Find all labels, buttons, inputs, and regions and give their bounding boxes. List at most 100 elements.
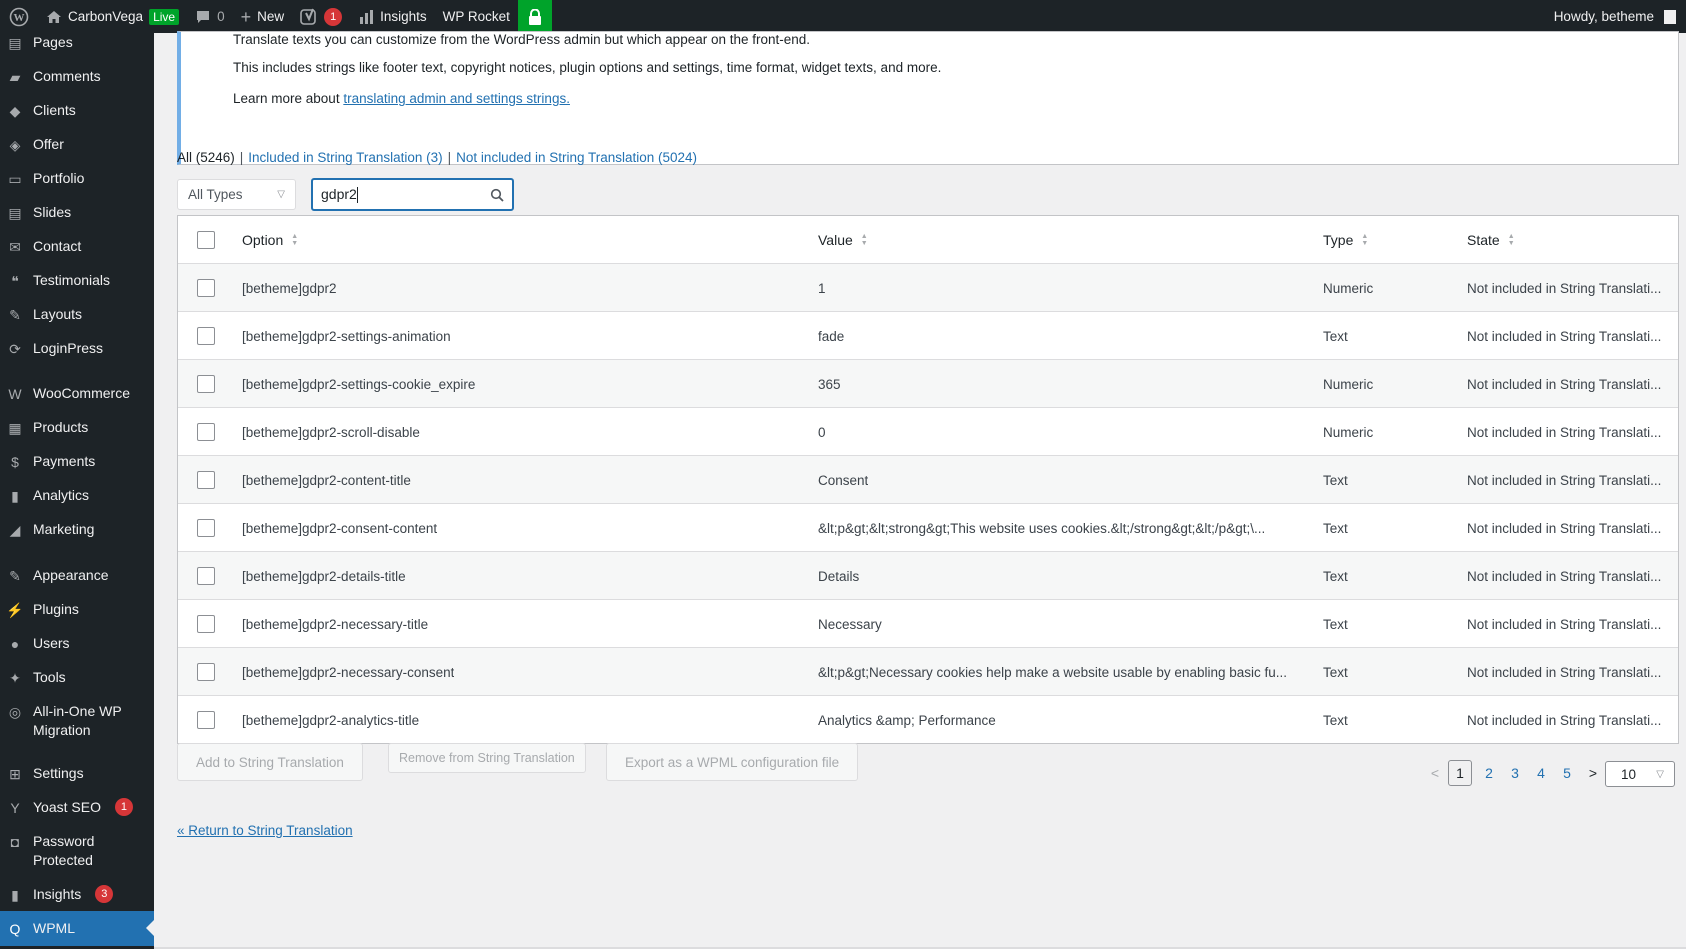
column-header-state[interactable]: State ▲ ▼ xyxy=(1467,216,1672,264)
sidebar-item-analytics[interactable]: ▮ Analytics xyxy=(0,486,154,506)
yoast-menu[interactable]: 1 xyxy=(292,0,350,33)
row-checkbox[interactable] xyxy=(197,519,215,537)
slides-icon: ▤ xyxy=(8,204,22,221)
sidebar-item-plugins[interactable]: ⚡ Plugins xyxy=(0,600,154,620)
select-all-checkbox[interactable] xyxy=(197,231,215,249)
sidebar-item-tools[interactable]: ✦ Tools xyxy=(0,668,154,688)
sidebar-item-contact[interactable]: ✉ Contact xyxy=(0,237,154,257)
sidebar-item-label: Clients xyxy=(33,102,76,118)
column-header-option[interactable]: Option ▲ ▼ xyxy=(242,216,802,264)
filter-all[interactable]: All (5246) xyxy=(177,150,235,165)
column-header-type[interactable]: Type ▲ ▼ xyxy=(1323,216,1453,264)
next-page-button[interactable]: > xyxy=(1580,765,1606,781)
sidebar-item-offer[interactable]: ◈ Offer xyxy=(0,135,154,155)
search-input[interactable]: gdpr2 xyxy=(311,178,514,211)
sidebar-item-slides[interactable]: ▤ Slides xyxy=(0,203,154,223)
insights-menu[interactable]: Insights xyxy=(350,0,435,33)
row-checkbox[interactable] xyxy=(197,375,215,393)
value-cell: Consent xyxy=(818,472,869,488)
return-to-string-translation-link[interactable]: « Return to String Translation xyxy=(177,823,353,838)
sidebar-item-pages[interactable]: ▤ Pages xyxy=(0,33,154,53)
notice-line-2: This includes strings like footer text, … xyxy=(233,60,942,75)
page-1-button[interactable]: 1 xyxy=(1448,760,1472,786)
offer-icon: ◈ xyxy=(9,136,21,153)
type-cell: Text xyxy=(1323,328,1348,344)
plugins-icon: ⚡ xyxy=(6,601,24,618)
sidebar-item-payments[interactable]: $ Payments xyxy=(0,452,154,472)
remove-from-string-translation-button[interactable]: Remove from String Translation xyxy=(388,743,586,773)
sidebar-item-marketing[interactable]: ◢ Marketing xyxy=(0,520,154,540)
sidebar-item-layouts[interactable]: ✎ Layouts xyxy=(0,305,154,325)
filter-not-included[interactable]: Not included in String Translation (5024… xyxy=(456,150,697,165)
new-content-link[interactable]: + New xyxy=(233,0,293,33)
column-header-value[interactable]: Value ▲ ▼ xyxy=(818,216,1313,264)
row-checkbox[interactable] xyxy=(197,327,215,345)
value-cell: 1 xyxy=(818,280,826,296)
type-cell: Text xyxy=(1323,664,1348,680)
sidebar-item-comments[interactable]: ▰ Comments xyxy=(0,67,154,87)
translating-admin-strings-link[interactable]: translating admin and settings strings. xyxy=(343,91,570,106)
row-checkbox[interactable] xyxy=(197,615,215,633)
appearance-icon: ✎ xyxy=(9,567,21,584)
sidebar-item-label-line-2: Migration xyxy=(33,722,91,738)
add-to-string-translation-button[interactable]: Add to String Translation xyxy=(177,743,363,781)
insights-icon: ▮ xyxy=(11,886,19,903)
value-cell: Necessary xyxy=(818,616,882,632)
sidebar-item-settings[interactable]: ⊞ Settings xyxy=(0,764,154,784)
sidebar-item-woocommerce[interactable]: W WooCommerce xyxy=(0,384,154,404)
row-checkbox[interactable] xyxy=(197,471,215,489)
sidebar-item-label: Insights xyxy=(33,886,82,902)
wp-rocket-menu[interactable]: WP Rocket xyxy=(435,0,518,33)
filter-included[interactable]: Included in String Translation (3) xyxy=(248,150,442,165)
sidebar-item-appearance[interactable]: ✎ Appearance xyxy=(0,566,154,586)
wordpress-logo-icon[interactable]: W xyxy=(0,0,38,33)
sidebar-item-password[interactable]: ◘ Password Protected xyxy=(0,832,154,870)
my-account-menu[interactable]: Howdy, betheme xyxy=(1546,0,1686,33)
sidebar-item-all-in-one-wp[interactable]: ◎ All-in-One WP Migration xyxy=(0,702,154,740)
page-5-button[interactable]: 5 xyxy=(1554,765,1580,781)
per-page-select[interactable]: 10 ▽ xyxy=(1605,761,1675,787)
type-filter-value: All Types xyxy=(188,187,243,202)
comments-link[interactable]: 0 xyxy=(187,0,233,33)
row-checkbox[interactable] xyxy=(197,663,215,681)
previous-page-button[interactable]: < xyxy=(1422,765,1448,781)
clients-icon: ◆ xyxy=(9,102,21,119)
row-checkbox[interactable] xyxy=(197,279,215,297)
export-wpml-config-button[interactable]: Export as a WPML configuration file xyxy=(606,743,859,781)
search-icon[interactable] xyxy=(490,188,504,202)
sidebar-item-label: Contact xyxy=(33,238,82,254)
page-3-button[interactable]: 3 xyxy=(1502,765,1528,781)
sidebar-item-wpml[interactable]: Q WPML xyxy=(0,911,154,946)
option-cell: [betheme]gdpr2-settings-animation xyxy=(242,328,451,344)
new-label: New xyxy=(257,9,285,24)
value-cell: Analytics &amp; Performance xyxy=(818,712,996,728)
state-header-label: State xyxy=(1467,232,1500,248)
site-name: CarbonVega xyxy=(68,9,144,24)
sidebar-item-yoast-seo[interactable]: Y Yoast SEO 1 xyxy=(0,798,154,818)
row-checkbox[interactable] xyxy=(197,567,215,585)
page-2-button[interactable]: 2 xyxy=(1476,765,1502,781)
password-protected-toggle[interactable] xyxy=(517,0,552,33)
sidebar-item-label: WooCommerce xyxy=(33,385,130,401)
row-checkbox[interactable] xyxy=(197,423,215,441)
sort-icon: ▲ ▼ xyxy=(1361,233,1369,247)
option-cell: [betheme]gdpr2-settings-cookie_expire xyxy=(242,376,476,392)
sidebar-item-loginpress[interactable]: ⟳ LoginPress xyxy=(0,339,154,359)
sidebar-item-insights[interactable]: ▮ Insights 3 xyxy=(0,885,154,905)
sidebar-item-clients[interactable]: ◆ Clients xyxy=(0,101,154,121)
option-cell: [betheme]gdpr2-analytics-title xyxy=(242,712,420,728)
state-cell: Not included in String Translati... xyxy=(1467,472,1662,488)
comments-icon: ▰ xyxy=(9,68,21,85)
sidebar-item-products[interactable]: ▦ Products xyxy=(0,418,154,438)
sidebar-item-users[interactable]: ● Users xyxy=(0,634,154,654)
sidebar-item-label: Appearance xyxy=(33,567,109,583)
sidebar-item-testimonials[interactable]: ❝ Testimonials xyxy=(0,271,154,291)
row-checkbox[interactable] xyxy=(197,711,215,729)
page-4-button[interactable]: 4 xyxy=(1528,765,1554,781)
type-cell: Text xyxy=(1323,616,1348,632)
type-filter-select[interactable]: All Types ▽ xyxy=(177,179,296,210)
sidebar-item-portfolio[interactable]: ▭ Portfolio xyxy=(0,169,154,189)
layouts-icon: ✎ xyxy=(9,306,21,323)
sidebar-item-label: Users xyxy=(33,635,70,651)
site-name-link[interactable]: CarbonVega Live xyxy=(38,0,187,33)
